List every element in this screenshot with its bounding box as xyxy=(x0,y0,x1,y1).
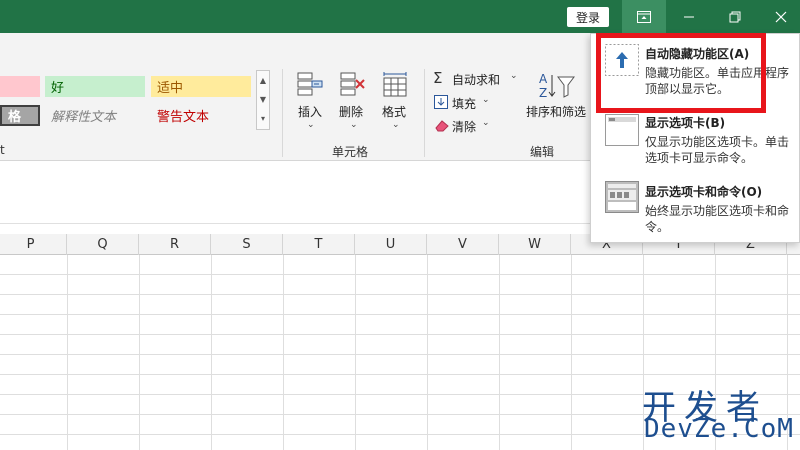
style-good[interactable]: 好 xyxy=(45,76,145,97)
menu-item-show-tabs-and-commands[interactable]: 显示选项卡和命令(O) 始终显示功能区选项卡和命令。 xyxy=(591,174,800,242)
close-button[interactable] xyxy=(758,0,800,33)
restore-icon xyxy=(729,11,741,22)
format-button[interactable]: 格式 ⌄ xyxy=(377,70,413,136)
svg-text:A: A xyxy=(539,72,548,86)
autosum-label: 自动求和 xyxy=(452,73,501,87)
watermark-en: DevZe.CoM xyxy=(644,414,794,444)
show-tabs-icon xyxy=(605,114,639,146)
sigma-icon: Σ xyxy=(433,69,443,87)
ribbon-separator xyxy=(282,69,283,157)
column-header-w[interactable]: W xyxy=(499,234,571,255)
format-cells-icon xyxy=(383,72,407,97)
insert-cells-icon xyxy=(297,72,323,96)
ribbon-display-options-button[interactable] xyxy=(622,0,666,33)
column-header-s[interactable]: S xyxy=(211,234,283,255)
show-tabs-title: 显示选项卡(B) xyxy=(645,116,726,130)
styles-group-label: t xyxy=(0,143,5,157)
column-header-q[interactable]: Q xyxy=(67,234,139,255)
fill-label: 填充 xyxy=(452,97,477,111)
cells-group-label: 单元格 xyxy=(332,145,369,159)
style-check-cell[interactable]: 格 xyxy=(0,105,40,126)
column-header-u[interactable]: U xyxy=(355,234,427,255)
insert-button[interactable]: 插入 ⌄ xyxy=(292,70,328,136)
minimize-icon xyxy=(684,16,694,17)
chevron-down-icon: ⌄ xyxy=(307,120,315,130)
chevron-down-icon: ⌄ xyxy=(350,120,358,130)
style-warning[interactable]: 警告文本 xyxy=(151,105,251,126)
login-button[interactable]: 登录 xyxy=(567,7,609,27)
fill-button[interactable]: 填充 ⌄ xyxy=(432,93,502,113)
show-tabs-and-commands-title: 显示选项卡和命令(O) xyxy=(645,185,763,199)
sort-filter-icon: A Z xyxy=(539,72,575,100)
close-icon xyxy=(775,11,787,22)
title-bar: 登录 xyxy=(0,0,800,33)
column-header-r[interactable]: R xyxy=(139,234,211,255)
autosum-button[interactable]: Σ 自动求和 ⌄ xyxy=(432,69,522,89)
editing-group-label: 编辑 xyxy=(530,145,555,159)
eraser-icon xyxy=(435,120,449,132)
chevron-down-icon: ⌄ xyxy=(482,95,490,105)
style-bad[interactable] xyxy=(0,76,40,97)
style-neutral[interactable]: 适中 xyxy=(151,76,251,97)
delete-label: 删除 xyxy=(339,105,364,119)
menu-item-show-tabs[interactable]: 显示选项卡(B) 仅显示功能区选项卡。单击选项卡可显示命令。 xyxy=(591,106,800,172)
ribbon-separator xyxy=(424,69,425,157)
clear-button[interactable]: 清除 ⌄ xyxy=(432,116,502,136)
ribbon-display-icon xyxy=(637,10,651,23)
restore-button[interactable] xyxy=(712,0,758,33)
format-label: 格式 xyxy=(382,105,407,119)
insert-label: 插入 xyxy=(298,105,323,119)
show-tabs-and-commands-icon xyxy=(605,181,639,213)
chevron-down-icon: ⌄ xyxy=(510,71,518,81)
fill-down-icon xyxy=(434,95,448,109)
style-explanatory[interactable]: 解释性文本 xyxy=(45,105,145,126)
column-header-v[interactable]: V xyxy=(427,234,499,255)
chevron-down-icon: ⌄ xyxy=(482,118,490,128)
delete-button[interactable]: 删除 ⌄ xyxy=(335,70,371,136)
show-tabs-and-commands-desc: 始终显示功能区选项卡和命令。 xyxy=(645,204,790,234)
column-header-t[interactable]: T xyxy=(283,234,355,255)
delete-cells-icon xyxy=(340,72,365,96)
sort-filter-button[interactable]: A Z 排序和筛选 xyxy=(524,69,588,139)
chevron-down-icon: ⌄ xyxy=(392,120,400,130)
column-header-p[interactable]: P xyxy=(0,234,67,255)
highlight-annotation xyxy=(596,33,766,113)
styles-gallery-scroll[interactable]: ▲ ▼ ▾ xyxy=(256,70,270,130)
svg-text:Z: Z xyxy=(539,86,547,100)
sort-filter-label: 排序和筛选 xyxy=(526,105,587,119)
clear-label: 清除 xyxy=(452,120,477,134)
show-tabs-desc: 仅显示功能区选项卡。单击选项卡可显示命令。 xyxy=(645,135,790,165)
minimize-button[interactable] xyxy=(666,0,712,33)
